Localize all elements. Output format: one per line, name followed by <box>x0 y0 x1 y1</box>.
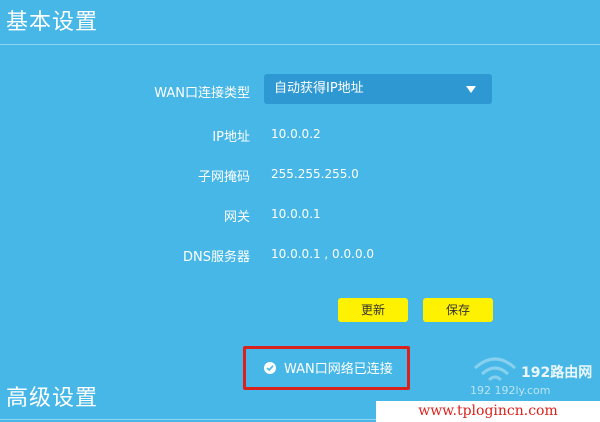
wan-type-select[interactable]: 自动获得IP地址 <box>264 74 492 104</box>
watermark-logo: 192路由网 <box>521 365 593 381</box>
subnet-mask-label: 子网掩码 <box>197 170 250 185</box>
wan-status-text: WAN口网络已连接 <box>284 362 393 377</box>
refresh-button[interactable]: 更新 <box>338 298 408 322</box>
section-title-basic: 基本设置 <box>6 10 99 35</box>
section-title-advanced: 高级设置 <box>6 386 99 411</box>
watermark-url: www.tplogincn.com <box>376 401 600 422</box>
section-divider <box>0 44 600 45</box>
gateway-label: 网关 <box>223 210 250 225</box>
wan-type-selected-value: 自动获得IP地址 <box>274 81 364 96</box>
wifi-watermark-icon <box>473 357 517 382</box>
dns-value: 10.0.0.1 , 0.0.0.0 <box>271 247 375 261</box>
check-circle-icon <box>264 361 276 374</box>
wan-type-label: WAN口连接类型 <box>154 86 250 101</box>
ip-value: 10.0.0.2 <box>271 127 321 141</box>
subnet-mask-value: 255.255.255.0 <box>271 167 359 181</box>
dropdown-arrow-icon <box>466 86 476 93</box>
gateway-value: 10.0.0.1 <box>271 207 321 221</box>
dns-label: DNS服务器 <box>183 250 250 265</box>
ip-label: IP地址 <box>212 130 250 145</box>
wan-status: WAN口网络已连接 <box>264 358 393 377</box>
watermark-subtext: 192 192ly.com <box>470 384 551 397</box>
save-button[interactable]: 保存 <box>423 298 493 322</box>
